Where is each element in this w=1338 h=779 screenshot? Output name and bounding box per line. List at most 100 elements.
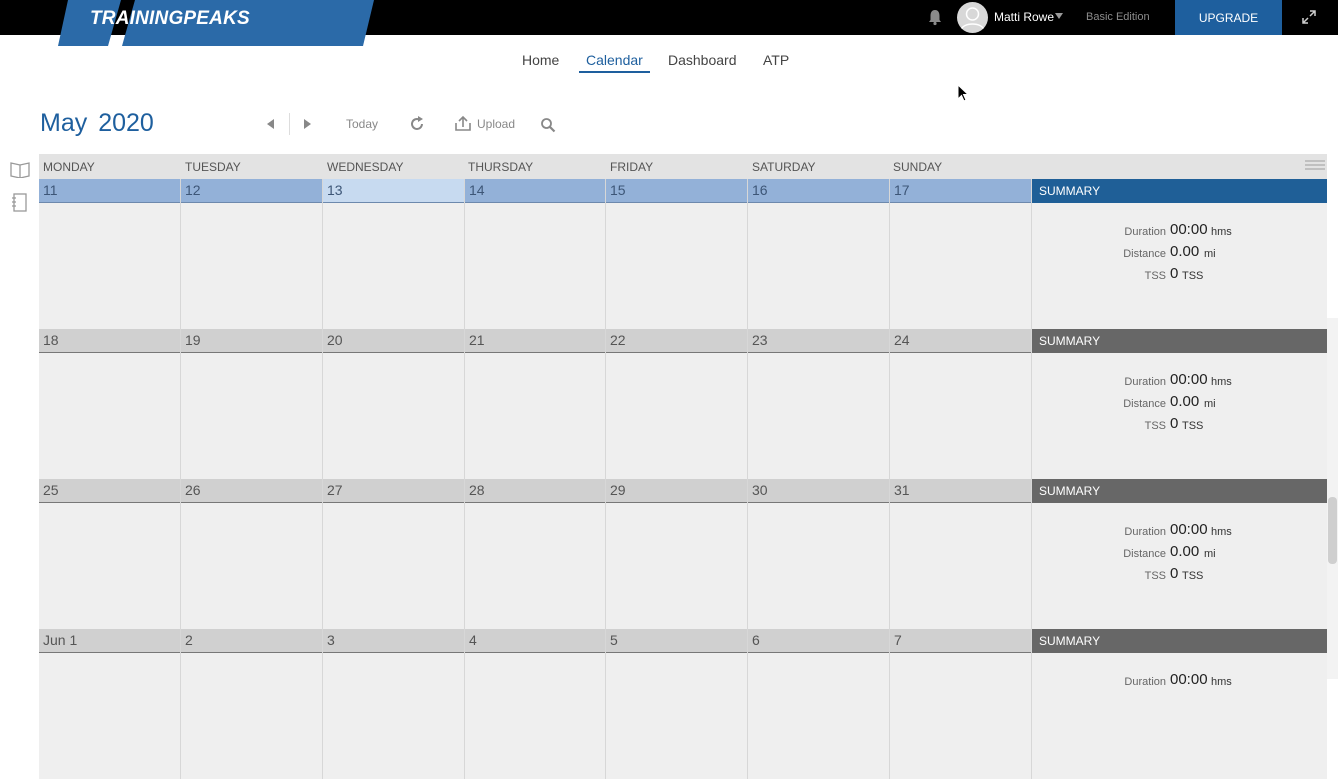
day-cell[interactable]: 31 [890, 479, 1032, 629]
day-cell[interactable]: 16 [748, 179, 890, 329]
day-date-label: 22 [606, 329, 747, 353]
duration-stat-unit: hms [1211, 376, 1232, 388]
nav-active-underline [579, 71, 650, 73]
day-cell[interactable]: 29 [606, 479, 748, 629]
prev-arrow-icon[interactable] [265, 118, 275, 130]
day-cell[interactable]: 22 [606, 329, 748, 479]
tss-stat-value: 0 [1170, 265, 1179, 282]
duration-stat-value: 00:00 [1170, 521, 1208, 538]
day-date-label: Jun 1 [39, 629, 180, 653]
user-name[interactable]: Matti Rowe [994, 10, 1054, 24]
distance-stat: Distance 0.00 mi [1032, 543, 1327, 563]
edition-label: Basic Edition [1086, 11, 1150, 23]
day-cell[interactable]: 26 [181, 479, 323, 629]
scrollbar-thumb[interactable] [1328, 497, 1337, 564]
nav-atp[interactable]: ATP [763, 52, 789, 68]
duration-stat: Duration 00:00 hms [1032, 521, 1327, 541]
day-cell[interactable]: 5 [606, 629, 748, 779]
day-date-label: 31 [890, 479, 1031, 503]
day-cell[interactable]: 25 [39, 479, 181, 629]
app-logo[interactable]: TRAININGPEAKS [90, 8, 250, 30]
day-date-label: 12 [181, 179, 322, 203]
nav-home[interactable]: Home [522, 52, 559, 68]
upload-button[interactable]: Upload [477, 117, 515, 131]
day-name-saturday: SATURDAY [752, 160, 816, 174]
day-cell[interactable]: 6 [748, 629, 890, 779]
expand-icon[interactable] [1301, 9, 1317, 25]
search-icon[interactable] [540, 117, 556, 133]
day-cell[interactable]: 21 [465, 329, 606, 479]
week-summary[interactable]: SUMMARY Duration 00:00 hms Distance 0.00 mi TSS… [1032, 479, 1327, 629]
duration-stat: Duration 00:00 hms [1032, 671, 1327, 691]
day-date-label: 21 [465, 329, 605, 353]
day-date-label: 19 [181, 329, 322, 353]
settings-handle-icon[interactable] [1305, 160, 1325, 170]
day-date-label: 23 [748, 329, 889, 353]
week-summary[interactable]: SUMMARY Duration 00:00 hms Distance 0.00 mi TSS… [1032, 179, 1327, 329]
duration-stat: Duration 00:00 hms [1032, 371, 1327, 391]
distance-stat: Distance 0.00 mi [1032, 393, 1327, 413]
upload-icon[interactable] [455, 115, 472, 132]
toolbar-divider [289, 113, 290, 135]
day-cell[interactable]: 23 [748, 329, 890, 479]
day-date-label: 14 [465, 179, 605, 203]
day-cell[interactable]: 24 [890, 329, 1032, 479]
nav-dashboard[interactable]: Dashboard [668, 52, 737, 68]
day-date-label: 16 [748, 179, 889, 203]
day-name-sunday: SUNDAY [893, 160, 943, 174]
refresh-icon[interactable] [409, 116, 425, 132]
next-arrow-icon[interactable] [303, 118, 313, 130]
week-summary[interactable]: SUMMARY Duration 00:00 hms [1032, 629, 1327, 779]
day-cell[interactable]: Jun 1 [39, 629, 181, 779]
day-cell[interactable]: 19 [181, 329, 323, 479]
day-cell[interactable]: 7 [890, 629, 1032, 779]
day-cell[interactable]: 11 [39, 179, 181, 329]
nav-calendar[interactable]: Calendar [586, 52, 643, 68]
day-cell[interactable]: 30 [748, 479, 890, 629]
notebook-icon[interactable] [11, 193, 28, 212]
today-button[interactable]: Today [346, 117, 378, 131]
day-date-label: 3 [323, 629, 464, 653]
page-title: May 2020 [40, 109, 154, 138]
day-cell[interactable]: 13 [323, 179, 465, 329]
day-name-wednesday: WEDNESDAY [327, 160, 404, 174]
day-cell[interactable]: 3 [323, 629, 465, 779]
tss-stat-unit: TSS [1182, 420, 1204, 432]
duration-stat-unit: hms [1211, 676, 1232, 688]
user-caret-icon[interactable] [1055, 13, 1063, 19]
day-cell[interactable]: 2 [181, 629, 323, 779]
day-cell[interactable]: 17 [890, 179, 1032, 329]
calendar-week: 11 12 13 14 15 16 17 SUMMARY Duration 00:00 hms Dis… [39, 179, 1327, 329]
day-date-label: 28 [465, 479, 605, 503]
upgrade-button[interactable]: UPGRADE [1175, 0, 1282, 35]
tss-stat: TSS 0 TSS [1032, 415, 1327, 435]
day-date-label: 27 [323, 479, 464, 503]
day-cell[interactable]: 15 [606, 179, 748, 329]
day-cell[interactable]: 18 [39, 329, 181, 479]
day-date-label: 17 [890, 179, 1031, 203]
day-cell[interactable]: 27 [323, 479, 465, 629]
avatar[interactable] [957, 2, 988, 33]
day-cell[interactable]: 12 [181, 179, 323, 329]
month-label: May [40, 109, 88, 137]
day-cell[interactable]: 4 [465, 629, 606, 779]
distance-stat-value: 0.00 [1170, 243, 1200, 260]
library-book-icon[interactable] [10, 160, 31, 178]
day-name-thursday: THURSDAY [468, 160, 534, 174]
day-cell[interactable]: 28 [465, 479, 606, 629]
day-cell[interactable]: 14 [465, 179, 606, 329]
day-date-label: 18 [39, 329, 180, 353]
tss-stat-value: 0 [1170, 565, 1179, 582]
summary-header: SUMMARY [1032, 179, 1327, 203]
distance-stat: Distance 0.00 mi [1032, 243, 1327, 263]
calendar-week: 25 26 27 28 29 30 31 SUMMARY Duration 00:00 hms Dis… [39, 479, 1327, 629]
week-summary[interactable]: SUMMARY Duration 00:00 hms Distance 0.00 mi TSS… [1032, 329, 1327, 479]
summary-header: SUMMARY [1032, 479, 1327, 503]
day-date-label: 26 [181, 479, 322, 503]
duration-stat-value: 00:00 [1170, 371, 1208, 388]
duration-stat-value: 00:00 [1170, 221, 1208, 238]
bell-icon[interactable] [926, 8, 944, 26]
day-name-monday: MONDAY [43, 160, 95, 174]
day-cell[interactable]: 20 [323, 329, 465, 479]
summary-header: SUMMARY [1032, 329, 1327, 353]
